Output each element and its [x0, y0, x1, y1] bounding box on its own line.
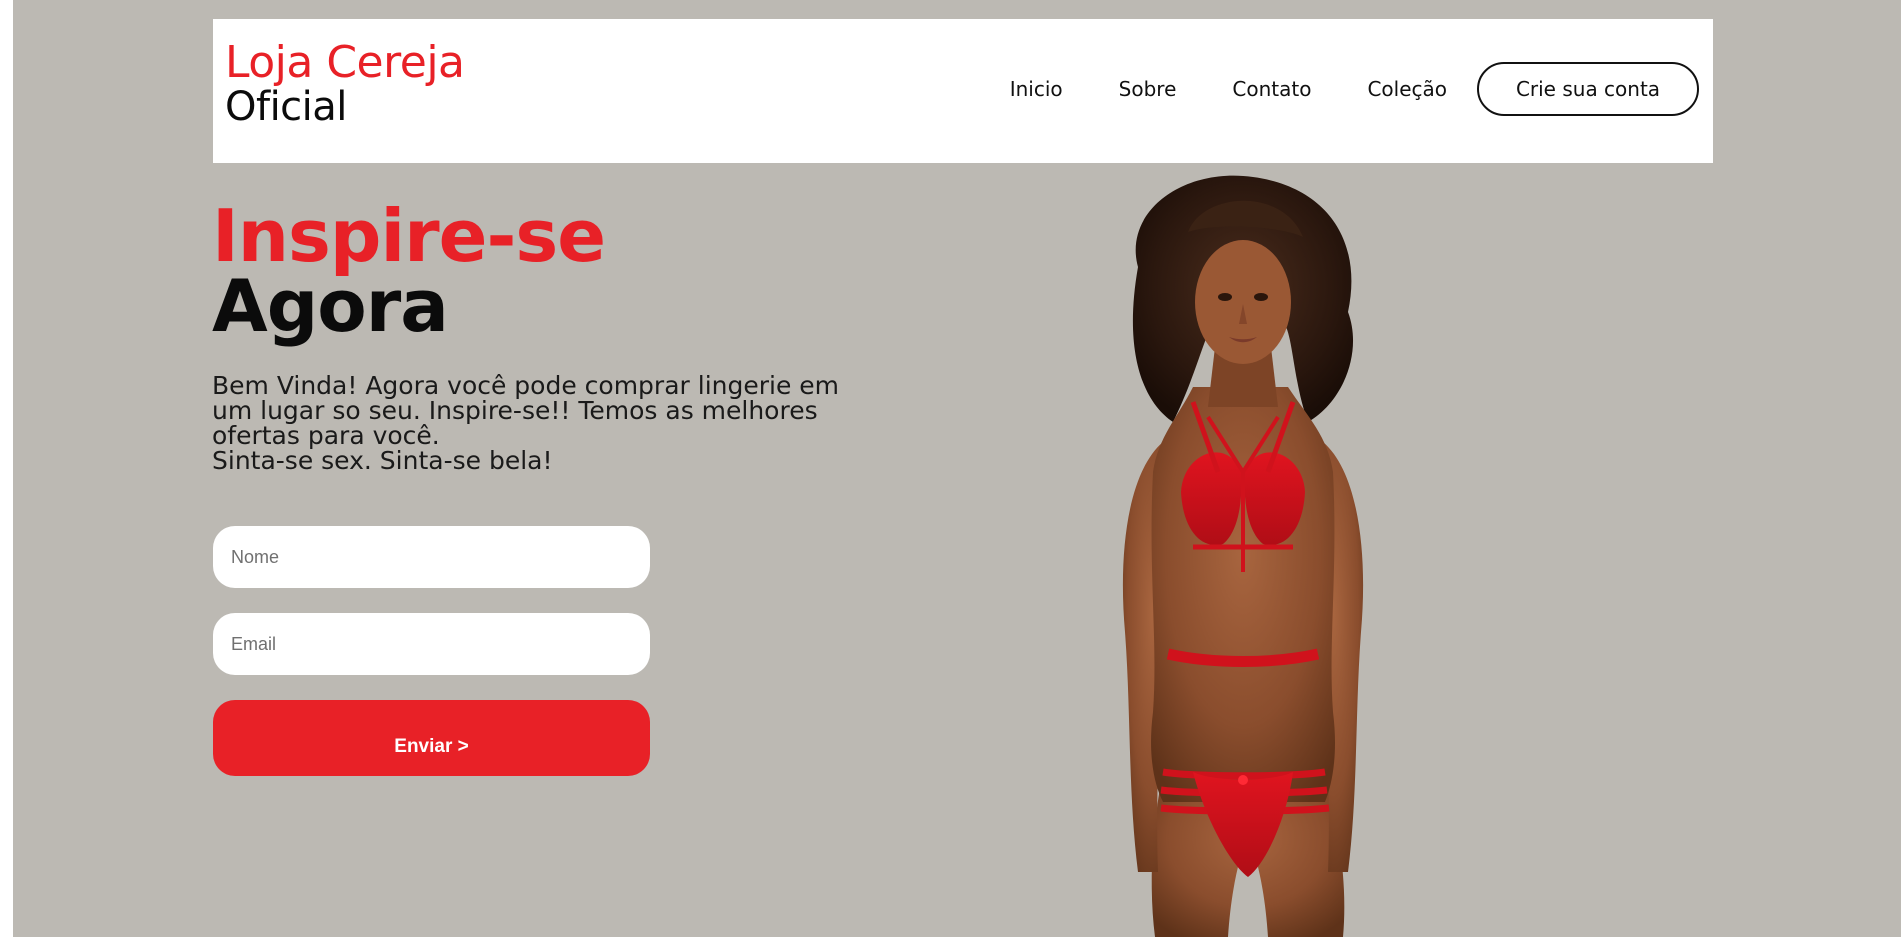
- nav-link-inicio[interactable]: Inicio: [1010, 77, 1063, 101]
- submit-button[interactable]: Enviar >: [213, 700, 650, 776]
- site-logo[interactable]: Loja Cereja Oficial: [225, 37, 465, 130]
- hero-description-line: ofertas para você.: [212, 421, 440, 450]
- model-photo: [1122, 175, 1364, 937]
- nav-link-contato[interactable]: Contato: [1232, 77, 1311, 101]
- hero-description-line: um lugar so seu. Inspire-se!! Temos as m…: [212, 396, 818, 425]
- logo-title-line2: Oficial: [225, 84, 347, 130]
- page-background: Loja Cereja Oficial Inicio Sobre Contato…: [13, 0, 1901, 937]
- hero-title: Inspire-se Agora: [212, 194, 606, 348]
- nav-link-sobre[interactable]: Sobre: [1119, 77, 1177, 101]
- name-input[interactable]: [213, 526, 650, 588]
- hero-title-line1: Inspire-se: [212, 194, 606, 278]
- hero-description-line: Bem Vinda! Agora você pode comprar linge…: [212, 371, 840, 400]
- main-navigation: Inicio Sobre Contato Coleção Crie sua co…: [1010, 62, 1699, 116]
- hero-title-line2: Agora: [212, 264, 449, 348]
- hero-description-line: Sinta-se sex. Sinta-se bela!: [212, 446, 553, 475]
- nav-link-colecao[interactable]: Coleção: [1367, 77, 1447, 101]
- hero-description: Bem Vinda! Agora você pode comprar linge…: [212, 373, 852, 473]
- site-header: Loja Cereja Oficial Inicio Sobre Contato…: [213, 19, 1713, 163]
- create-account-button[interactable]: Crie sua conta: [1477, 62, 1699, 116]
- logo-title-line1: Loja Cereja: [225, 37, 465, 88]
- email-input[interactable]: [213, 613, 650, 675]
